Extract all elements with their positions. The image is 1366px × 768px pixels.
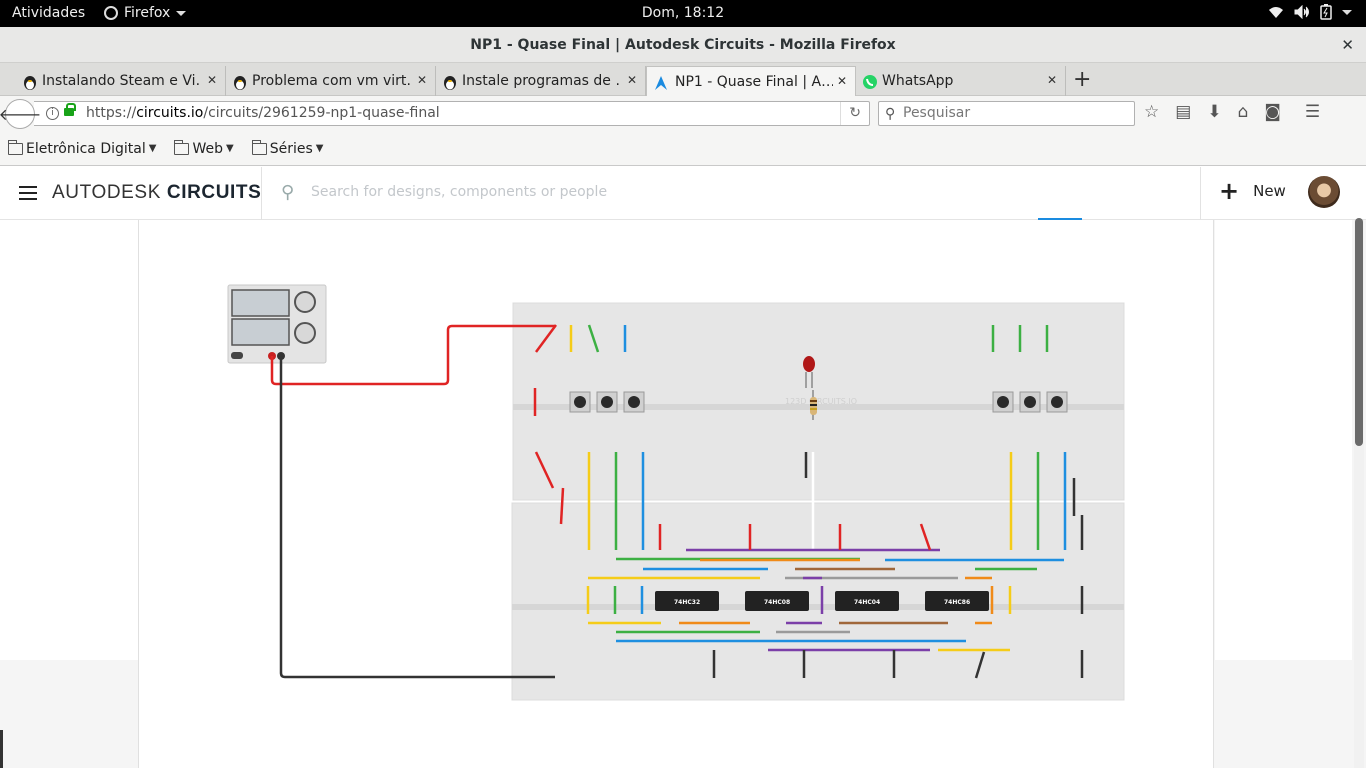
chip-label: 74HC32 xyxy=(674,599,700,606)
breadboard-bottom[interactable] xyxy=(511,502,1125,701)
ic-chip-3[interactable]: 74HC04 xyxy=(835,591,899,611)
chip-label: 74HC04 xyxy=(854,599,880,606)
circuit-drawing[interactable]: 123D CIRCUITS.IO 74HC32 74HC08 74HC04 74… xyxy=(0,0,1366,768)
breadboard-watermark: 123D CIRCUITS.IO xyxy=(785,397,857,406)
ic-chip-4[interactable]: 74HC86 xyxy=(925,591,989,611)
chip-label: 74HC08 xyxy=(764,599,790,606)
ic-chip-1[interactable]: 74HC32 xyxy=(655,591,719,611)
chip-label: 74HC86 xyxy=(944,599,970,606)
power-supply[interactable] xyxy=(227,284,327,364)
ic-chip-2[interactable]: 74HC08 xyxy=(745,591,809,611)
